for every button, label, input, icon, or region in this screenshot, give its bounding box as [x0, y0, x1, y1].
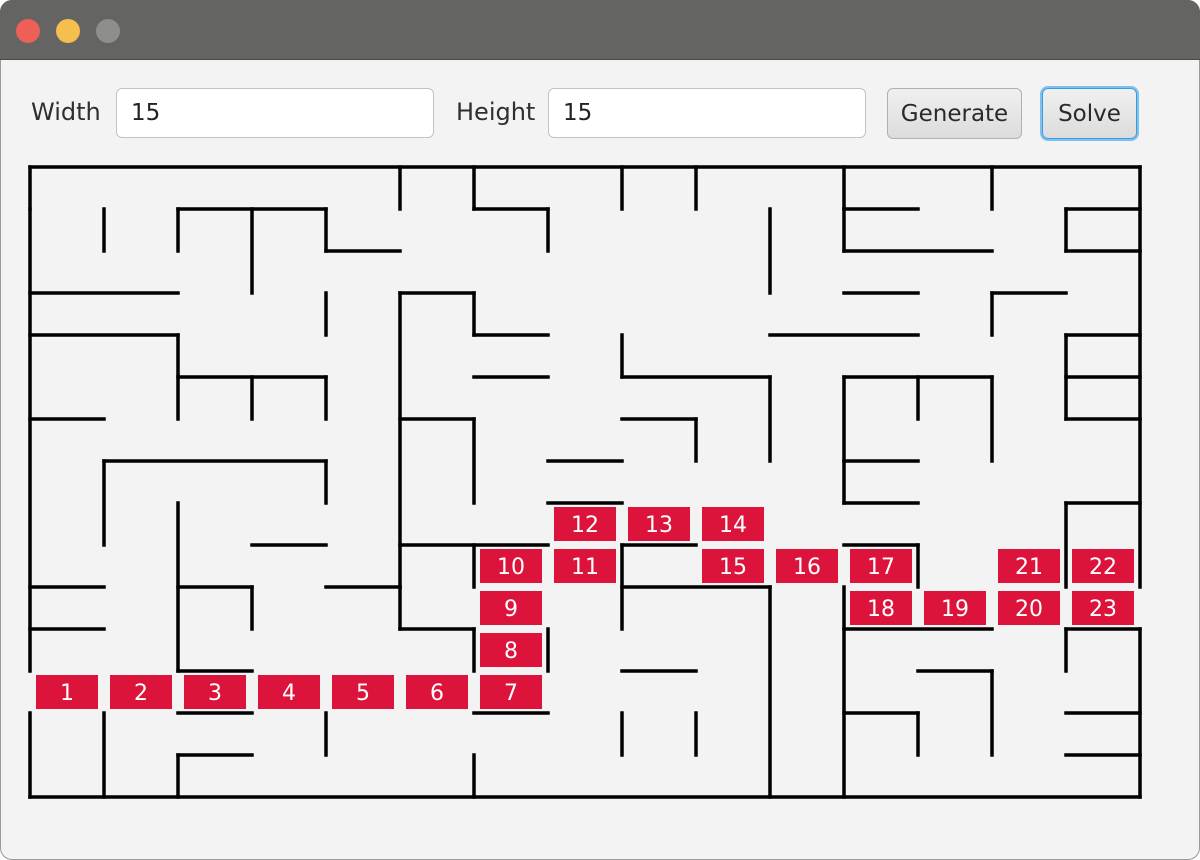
path-cell: 17 — [850, 549, 912, 583]
path-cell: 1 — [36, 675, 98, 709]
path-step-label: 14 — [719, 513, 747, 538]
path-step-label: 18 — [867, 597, 895, 622]
minimize-window-button[interactable] — [56, 19, 80, 43]
path-cell: 6 — [406, 675, 468, 709]
path-cell: 7 — [480, 675, 542, 709]
path-step-label: 3 — [208, 681, 222, 706]
path-step-label: 2 — [134, 681, 148, 706]
maximize-window-button[interactable] — [96, 19, 120, 43]
path-cell: 15 — [702, 549, 764, 583]
app-window: Width Height Generate Solve 123456789101… — [0, 0, 1200, 860]
path-step-label: 17 — [867, 555, 895, 580]
path-step-label: 21 — [1015, 555, 1043, 580]
path-step-label: 1 — [60, 681, 74, 706]
path-cell: 2 — [110, 675, 172, 709]
path-step-label: 7 — [504, 681, 518, 706]
path-step-label: 19 — [941, 597, 969, 622]
path-step-label: 11 — [571, 555, 599, 580]
path-step-label: 16 — [793, 555, 821, 580]
height-input[interactable] — [548, 88, 866, 138]
path-cell: 20 — [998, 591, 1060, 625]
path-cell: 22 — [1072, 549, 1134, 583]
path-cell: 14 — [702, 507, 764, 541]
path-step-label: 13 — [645, 513, 673, 538]
path-step-label: 5 — [356, 681, 370, 706]
path-step-label: 4 — [282, 681, 296, 706]
path-cell: 13 — [628, 507, 690, 541]
path-cell: 4 — [258, 675, 320, 709]
width-input[interactable] — [116, 88, 434, 138]
path-cell: 10 — [480, 549, 542, 583]
path-cell: 23 — [1072, 591, 1134, 625]
path-step-label: 10 — [497, 555, 525, 580]
path-step-label: 8 — [504, 639, 518, 664]
path-step-label: 6 — [430, 681, 444, 706]
path-step-label: 20 — [1015, 597, 1043, 622]
path-cell: 8 — [480, 633, 542, 667]
title-bar — [0, 0, 1200, 60]
maze-grid: 1 2 3 4 5 6 78910 1112 13 1415 16 1718 19 2021 2223 — [28, 165, 1142, 799]
path-step-label: 22 — [1089, 555, 1117, 580]
width-label: Width — [31, 98, 101, 126]
path-step-label: 23 — [1089, 597, 1117, 622]
path-step-label: 9 — [504, 597, 518, 622]
path-cell: 16 — [776, 549, 838, 583]
solve-button[interactable]: Solve — [1042, 88, 1137, 139]
path-cell: 19 — [924, 591, 986, 625]
path-cell: 18 — [850, 591, 912, 625]
path-cell: 3 — [184, 675, 246, 709]
height-label: Height — [456, 98, 536, 126]
generate-button[interactable]: Generate — [887, 88, 1022, 139]
path-cell: 11 — [554, 549, 616, 583]
path-cell: 5 — [332, 675, 394, 709]
path-cell: 9 — [480, 591, 542, 625]
close-window-button[interactable] — [16, 19, 40, 43]
path-step-label: 12 — [571, 513, 599, 538]
path-cell: 21 — [998, 549, 1060, 583]
path-step-label: 15 — [719, 555, 747, 580]
path-cell: 12 — [554, 507, 616, 541]
